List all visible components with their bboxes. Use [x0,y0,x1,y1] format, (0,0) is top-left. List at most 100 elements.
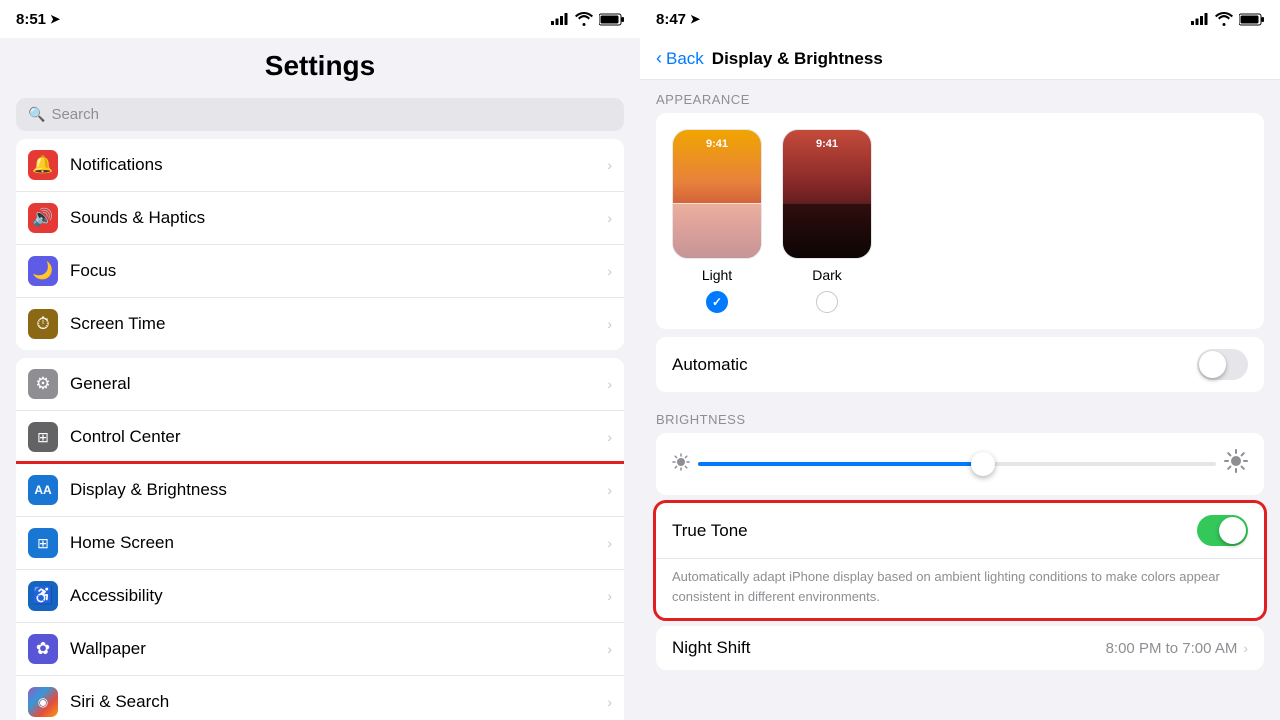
signal-icon-left [551,13,569,25]
light-radio[interactable] [706,291,728,313]
light-screen-overlay [673,203,761,258]
battery-icon-right [1239,13,1264,26]
back-button[interactable]: ‹ Back [656,48,704,69]
dark-preview: 9:41 [782,129,872,259]
status-icons-left [551,12,624,26]
display-brightness-title: Display & Brightness [712,49,883,69]
settings-header: Settings [0,38,640,90]
screen-time-chevron: › [607,316,612,332]
brightness-section [656,433,1264,495]
signal-icon-right [1191,13,1209,25]
accessibility-icon: ♿ [28,581,58,611]
settings-row-general[interactable]: ⚙ General › [16,358,624,411]
time-right: 8:47 ➤ [656,11,700,28]
true-tone-section: True Tone Automatically adapt iPhone dis… [656,503,1264,618]
brightness-slider-track[interactable] [698,462,1216,466]
back-label: Back [666,49,704,69]
brightness-slider-fill [698,462,983,466]
brightness-high-icon [1224,449,1248,479]
screen-time-icon: ⏱ [28,309,58,339]
settings-title: Settings [16,50,624,82]
right-header: ‹ Back Display & Brightness [640,38,1280,80]
brightness-section-label: BRIGHTNESS [640,400,1280,433]
display-icon: AA [28,475,58,505]
settings-list: 🔔 Notifications › 🔊 Sounds & Haptics › 🌙… [0,139,640,720]
home-screen-label: Home Screen [70,533,607,553]
home-screen-chevron: › [607,535,612,551]
settings-row-focus[interactable]: 🌙 Focus › [16,245,624,298]
true-tone-description: Automatically adapt iPhone display based… [656,559,1264,618]
notifications-icon: 🔔 [28,150,58,180]
notifications-chevron: › [607,157,612,173]
settings-row-accessibility[interactable]: ♿ Accessibility › [16,570,624,623]
automatic-label: Automatic [672,355,1197,375]
accessibility-chevron: › [607,588,612,604]
automatic-row: Automatic [656,337,1264,392]
right-panel: 8:47 ➤ ‹ Back [640,0,1280,720]
control-center-icon: ⊞ [28,422,58,452]
display-chevron: › [607,482,612,498]
back-chevron-icon: ‹ [656,48,662,69]
wifi-icon-right [1215,12,1233,26]
search-bar[interactable]: 🔍 Search [16,98,624,131]
search-icon: 🔍 [28,106,45,123]
location-icon-left: ➤ [50,12,60,26]
general-label: General [70,374,607,394]
display-icon-text: AA [34,483,51,497]
settings-row-sounds[interactable]: 🔊 Sounds & Haptics › [16,192,624,245]
night-shift-chevron: › [1243,640,1248,656]
settings-row-control-center[interactable]: ⊞ Control Center › [16,411,624,464]
general-chevron: › [607,376,612,392]
wallpaper-chevron: › [607,641,612,657]
siri-label: Siri & Search [70,692,607,712]
wifi-icon-left [575,12,593,26]
dark-screen-overlay [783,203,871,258]
settings-row-home-screen[interactable]: ⊞ Home Screen › [16,517,624,570]
true-tone-toggle[interactable] [1197,515,1248,546]
light-label: Light [702,267,732,283]
night-shift-value: 8:00 PM to 7:00 AM [1106,640,1238,657]
light-preview: 9:41 [672,129,762,259]
brightness-low-icon [672,453,690,476]
settings-section-1: 🔔 Notifications › 🔊 Sounds & Haptics › 🌙… [16,139,624,350]
status-icons-right [1191,12,1264,26]
focus-icon: 🌙 [28,256,58,286]
settings-section-2: ⚙ General › ⊞ Control Center › AA Displa… [16,358,624,720]
automatic-section: Automatic [656,337,1264,392]
night-shift-label: Night Shift [672,638,1106,658]
brightness-slider-thumb [971,452,995,476]
settings-row-siri[interactable]: ◉ Siri & Search › [16,676,624,720]
dark-label: Dark [812,267,842,283]
dark-radio[interactable] [816,291,838,313]
appearance-options: 9:41 Light 9:41 Dark [672,129,1248,313]
dark-time: 9:41 [783,138,871,150]
appearance-dark-option[interactable]: 9:41 Dark [782,129,872,313]
right-content: APPEARANCE 9:41 Light 9:41 [640,80,1280,720]
status-bar-left: 8:51 ➤ [0,0,640,38]
siri-chevron: › [607,694,612,710]
time-left: 8:51 ➤ [16,11,60,28]
sounds-chevron: › [607,210,612,226]
wallpaper-label: Wallpaper [70,639,607,659]
display-label: Display & Brightness [70,480,607,500]
status-bar-right: 8:47 ➤ [640,0,1280,38]
notifications-label: Notifications [70,155,607,175]
focus-chevron: › [607,263,612,279]
home-screen-icon: ⊞ [28,528,58,558]
screen-time-label: Screen Time [70,314,607,334]
time-display-left: 8:51 [16,11,46,28]
accessibility-label: Accessibility [70,586,607,606]
appearance-section: 9:41 Light 9:41 Dark [656,113,1264,329]
night-shift-row[interactable]: Night Shift 8:00 PM to 7:00 AM › [656,626,1264,670]
control-center-label: Control Center [70,427,607,447]
settings-row-wallpaper[interactable]: ✿ Wallpaper › [16,623,624,676]
siri-icon: ◉ [28,687,58,717]
settings-row-display[interactable]: AA Display & Brightness › [16,464,624,517]
automatic-toggle[interactable] [1197,349,1248,380]
appearance-light-option[interactable]: 9:41 Light [672,129,762,313]
settings-row-notifications[interactable]: 🔔 Notifications › [16,139,624,192]
general-icon: ⚙ [28,369,58,399]
location-icon-right: ➤ [690,12,700,26]
settings-row-screen-time[interactable]: ⏱ Screen Time › [16,298,624,350]
wallpaper-icon: ✿ [28,634,58,664]
